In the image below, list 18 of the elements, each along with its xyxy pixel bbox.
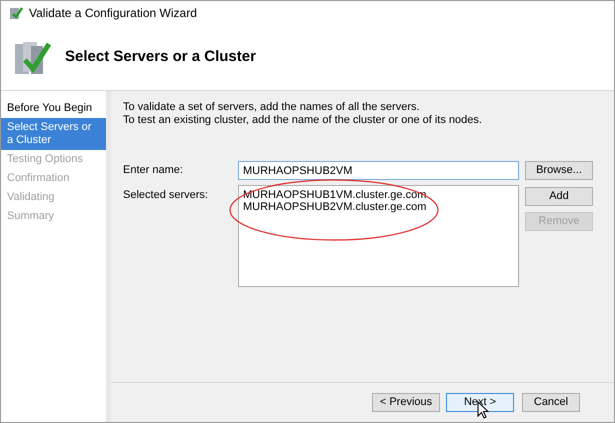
server-item[interactable]: MURHAOPSHUB2VM.cluster.ge.com — [243, 201, 514, 213]
field-label: Enter name: — [123, 163, 184, 178]
page-heading: Select Servers or a Cluster — [65, 47, 256, 68]
window-title: Validate a Configuration Wizard — [29, 5, 197, 22]
servers-list[interactable]: MURHAOPSHUB1VM.cluster.ge.com MURHAOPSHUB2VM.cluster.ge.com — [238, 185, 519, 287]
wizard-step[interactable]: Select Servers or a Cluster — [1, 118, 106, 150]
previous-button[interactable]: < Previous — [372, 393, 440, 412]
server-check-icon — [9, 6, 23, 20]
instruction-text: To validate a set of servers, add the names of all the servers. — [123, 101, 421, 114]
browse-button[interactable]: Browse... — [525, 161, 593, 180]
field-label: Selected servers: — [123, 188, 209, 203]
server-item[interactable]: MURHAOPSHUB1VM.cluster.ge.com — [243, 189, 514, 201]
name-input[interactable]: MURHAOPSHUB2VM — [238, 161, 519, 180]
next-button[interactable]: Next > — [446, 393, 514, 412]
add-button[interactable]: Add — [525, 187, 593, 206]
instruction-text: To test an existing cluster, add the name of the cluster or one of its nodes. — [123, 114, 483, 127]
wizard-step[interactable]: Before You Begin — [1, 99, 106, 118]
cancel-button[interactable]: Cancel — [522, 393, 580, 412]
